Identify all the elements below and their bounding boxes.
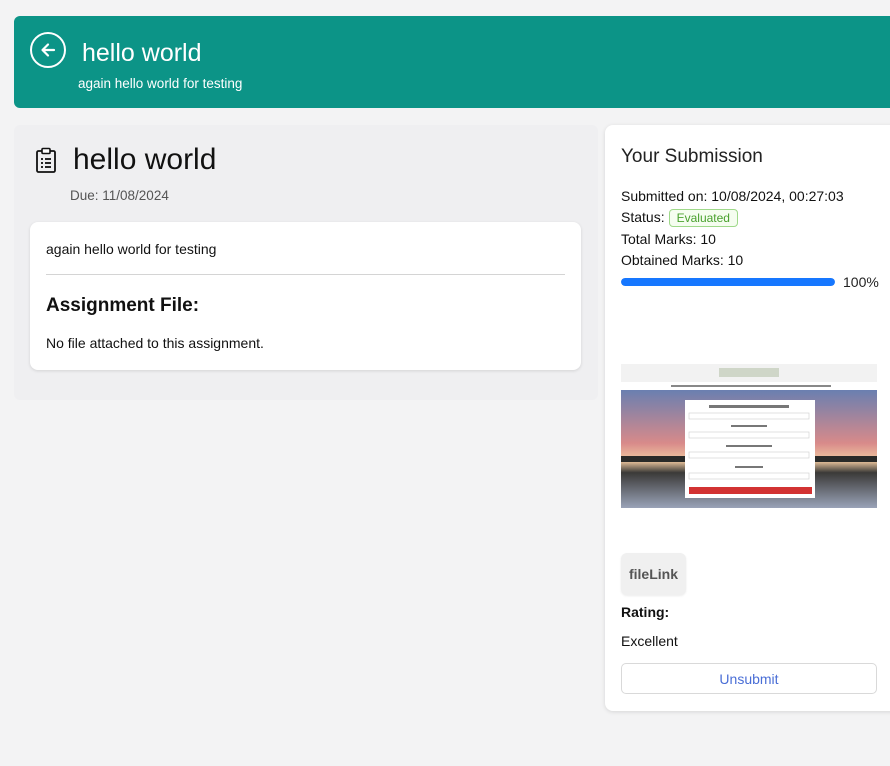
header-subtitle: again hello world for testing	[78, 76, 243, 91]
no-file-message: No file attached to this assignment.	[46, 335, 264, 351]
unsubmit-button[interactable]: Unsubmit	[621, 663, 877, 694]
assignment-title: hello world	[73, 143, 217, 176]
submitted-on: Submitted on: 10/08/2024, 00:27:03	[621, 188, 844, 204]
page-header: hello world again hello world for testin…	[14, 16, 890, 108]
submission-screenshot-thumbnail[interactable]	[621, 364, 877, 508]
clipboard-icon	[36, 147, 56, 173]
file-link-button[interactable]: fileLink	[621, 553, 686, 595]
header-title: hello world	[82, 39, 202, 67]
arrow-left-icon	[41, 43, 56, 57]
status-badge: Evaluated	[668, 209, 738, 228]
rating-label: Rating:	[621, 604, 670, 620]
assignment-file-heading: Assignment File:	[46, 295, 200, 316]
divider	[46, 274, 565, 275]
rating-value: Excellent	[621, 633, 678, 649]
assignment-panel: hello world Due: 11/08/2024 again hello …	[14, 125, 598, 400]
progress-fill	[621, 278, 835, 286]
progress-label: 100%	[843, 274, 879, 290]
total-marks: Total Marks: 10	[621, 231, 716, 247]
assignment-details-card: again hello world for testing Assignment…	[30, 222, 581, 370]
submission-panel: Your Submission Submitted on: 10/08/2024…	[605, 125, 890, 711]
marks-progress-bar	[621, 278, 835, 286]
due-date: Due: 11/08/2024	[70, 188, 169, 203]
status-row: Status: Evaluated	[621, 209, 738, 228]
screenshot-image	[621, 364, 877, 508]
status-label: Status:	[621, 209, 665, 225]
obtained-marks: Obtained Marks: 10	[621, 252, 744, 268]
assignment-description: again hello world for testing	[46, 241, 217, 257]
back-button[interactable]	[30, 32, 66, 68]
submission-title: Your Submission	[621, 146, 763, 167]
